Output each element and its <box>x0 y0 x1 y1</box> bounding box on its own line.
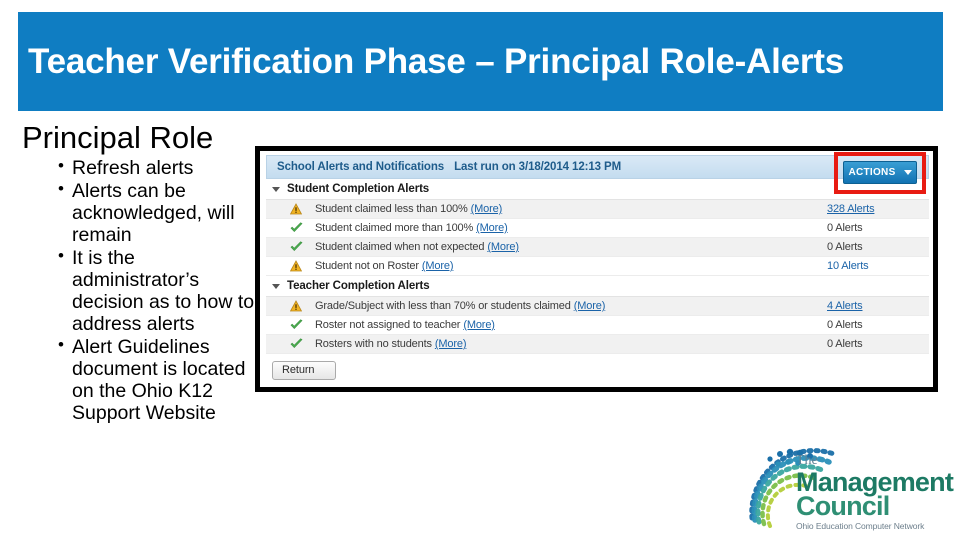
logo-the: The <box>796 453 818 468</box>
alert-count: 0 Alerts <box>827 338 863 350</box>
more-link[interactable]: (More) <box>476 222 508 234</box>
warning-icon <box>288 260 304 272</box>
more-link[interactable]: (More) <box>574 300 606 312</box>
page-title: Teacher Verification Phase – Principal R… <box>28 41 845 81</box>
alert-count: 0 Alerts <box>827 319 863 331</box>
list-item: Alert Guidelines document is located on … <box>58 335 258 424</box>
alert-count[interactable]: 4 Alerts <box>827 300 929 312</box>
alerts-header-bar: School Alerts and Notifications Last run… <box>266 152 929 194</box>
check-icon <box>288 338 304 350</box>
alert-text: Roster not assigned to teacher <box>315 319 461 331</box>
actions-button-label: ACTIONS <box>848 167 896 178</box>
more-link[interactable]: (More) <box>463 319 495 331</box>
alerts-screenshot-panel: School Alerts and Notifications Last run… <box>255 146 938 392</box>
table-row[interactable]: Student claimed more than 100% (More) 0 A… <box>266 219 929 238</box>
alert-count: 0 Alerts <box>827 222 863 234</box>
management-council-logo: The Management Council Ohio Education Co… <box>730 432 954 532</box>
list-item: It is the administrator’s decision as to… <box>58 246 258 335</box>
alert-text: Grade/Subject with less than 70% or stud… <box>315 300 571 312</box>
more-link[interactable]: (More) <box>435 338 467 350</box>
return-button[interactable]: Return <box>272 361 336 380</box>
chevron-down-icon <box>272 186 280 192</box>
alert-label: Rosters with no students (More) <box>304 338 827 350</box>
alert-label: Student claimed more than 100% (More) <box>304 222 827 234</box>
table-row[interactable]: Grade/Subject with less than 70% or stud… <box>266 297 929 316</box>
group-title: Teacher Completion Alerts <box>287 280 430 292</box>
logo-council: Council <box>796 491 890 521</box>
table-row[interactable]: Student claimed less than 100% (More) 328… <box>266 200 929 219</box>
logo-tagline: Ohio Education Computer Network <box>796 521 925 531</box>
alerts-panel-inner: School Alerts and Notifications Last run… <box>266 152 929 383</box>
more-link[interactable]: (More) <box>422 260 454 272</box>
alert-count: 0 Alerts <box>827 241 863 253</box>
alert-text: Student claimed when not expected <box>315 241 485 253</box>
alert-label: Roster not assigned to teacher (More) <box>304 319 827 331</box>
section-heading: Principal Role <box>22 120 214 155</box>
more-link[interactable]: (More) <box>487 241 519 253</box>
more-link[interactable]: (More) <box>471 203 503 215</box>
alert-label: Student not on Roster (More) <box>304 260 827 272</box>
return-row: Return <box>266 354 929 380</box>
slide-title-banner: Teacher Verification Phase – Principal R… <box>18 12 943 111</box>
list-item: Refresh alerts <box>58 156 258 179</box>
alerts-last-run-label: Last run on 3/18/2014 12:13 PM <box>454 161 622 173</box>
alert-text: Student claimed less than 100% <box>315 203 468 215</box>
warning-icon <box>288 203 304 215</box>
left-content-column: Principal Role Refresh alerts Alerts can… <box>18 120 258 425</box>
alert-count[interactable]: 328 Alerts <box>827 203 929 215</box>
alert-label: Student claimed when not expected (More) <box>304 241 827 253</box>
check-icon <box>288 241 304 253</box>
chevron-down-icon <box>903 170 912 175</box>
group-header-student-completion-alerts[interactable]: Student Completion Alerts <box>266 179 929 200</box>
chevron-down-icon <box>272 283 280 289</box>
alerts-header-title: School Alerts and Notifications <box>277 161 445 173</box>
alert-text: Student not on Roster <box>315 260 419 272</box>
logo-wordmark: The Management Council Ohio Education Co… <box>796 453 954 531</box>
check-icon <box>288 222 304 234</box>
group-title: Student Completion Alerts <box>287 183 430 195</box>
table-row[interactable]: Rosters with no students (More) 0 Alerts <box>266 335 929 354</box>
group-header-teacher-completion-alerts[interactable]: Teacher Completion Alerts <box>266 276 929 297</box>
alert-label: Grade/Subject with less than 70% or stud… <box>304 300 827 312</box>
list-item: Alerts can be acknowledged, will remain <box>58 179 258 246</box>
actions-button[interactable]: ACTIONS <box>843 161 917 184</box>
check-icon <box>288 319 304 331</box>
alert-text: Student claimed more than 100% <box>315 222 474 234</box>
table-row[interactable]: Student not on Roster (More) 10 Alerts <box>266 257 929 276</box>
table-row[interactable]: Student claimed when not expected (More) … <box>266 238 929 257</box>
warning-icon <box>288 300 304 312</box>
table-row[interactable]: Roster not assigned to teacher (More) 0 A… <box>266 316 929 335</box>
alert-label: Student claimed less than 100% (More) <box>304 203 827 215</box>
alert-count[interactable]: 10 Alerts <box>827 260 929 272</box>
bullet-list: Refresh alerts Alerts can be acknowledge… <box>18 156 258 424</box>
alert-text: Rosters with no students <box>315 338 432 350</box>
